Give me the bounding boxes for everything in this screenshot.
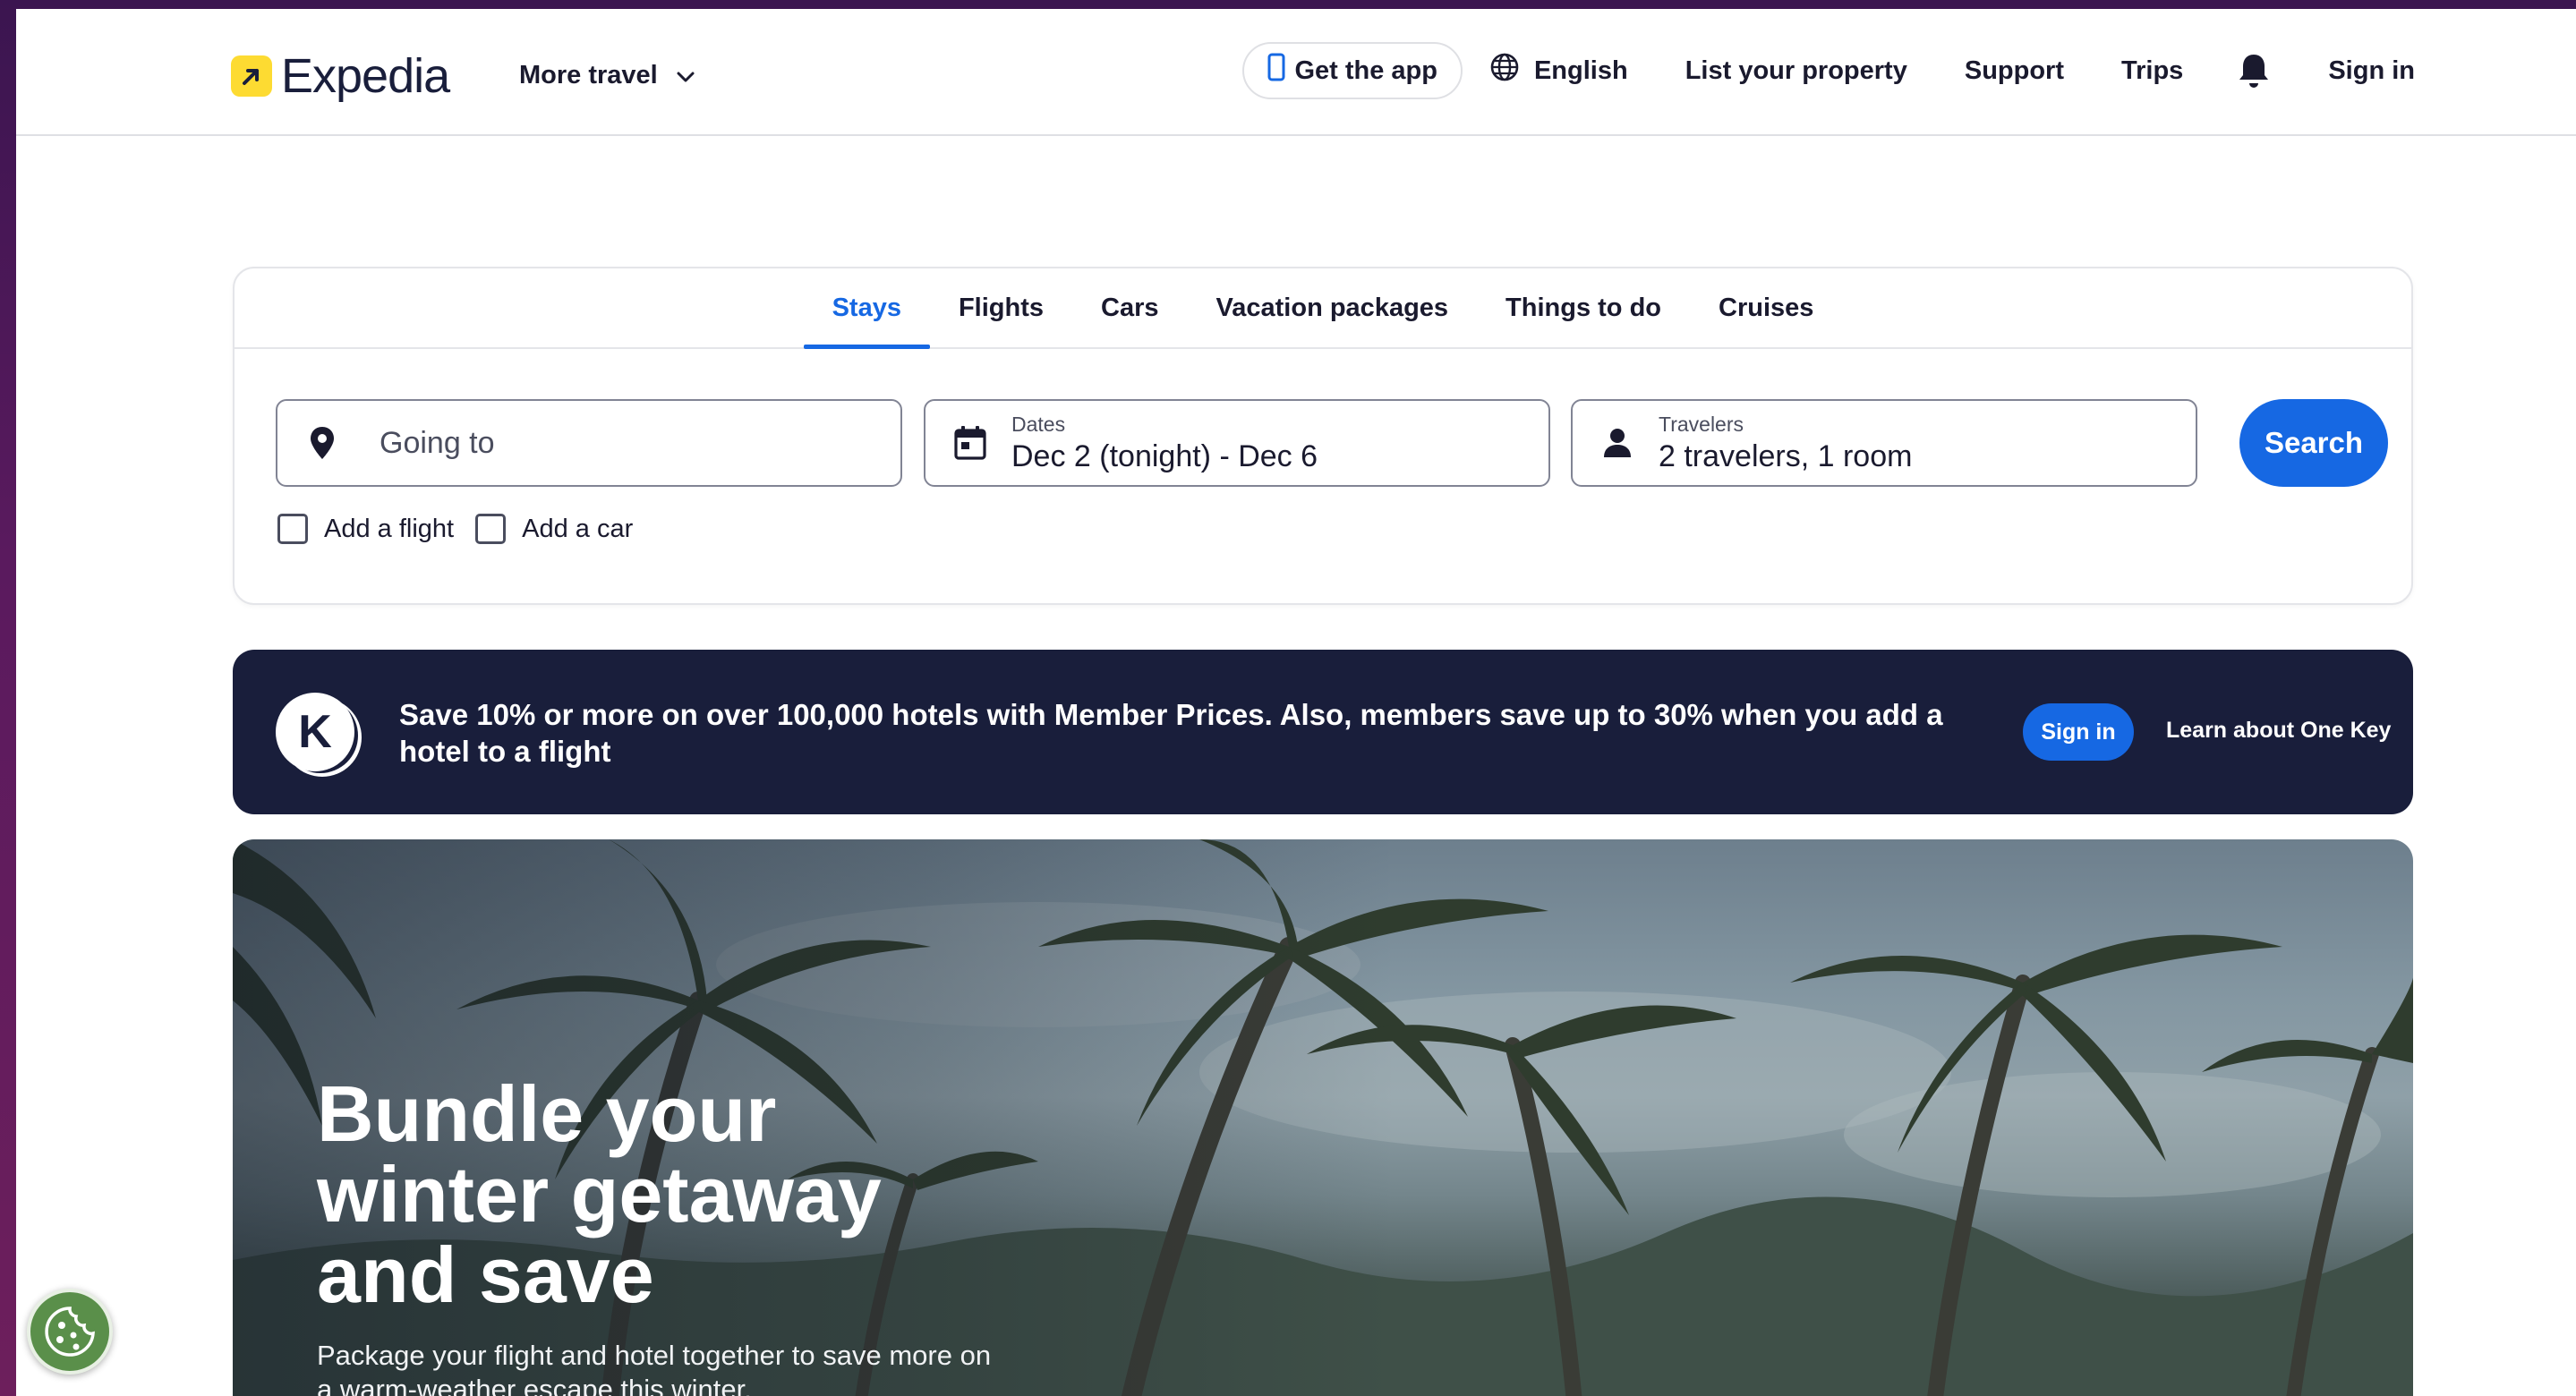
- search-card: Stays Flights Cars Vacation packages Thi…: [233, 267, 2413, 605]
- tab-cars[interactable]: Cars: [1072, 268, 1188, 347]
- tab-things-to-do[interactable]: Things to do: [1477, 268, 1690, 347]
- checkbox-box[interactable]: [277, 514, 308, 544]
- chevron-down-icon: [676, 61, 695, 90]
- travelers-content: Travelers 2 travelers, 1 room: [1659, 411, 1912, 475]
- travelers-label: Travelers: [1659, 413, 1744, 436]
- dates-value: Dec 2 (tonight) - Dec 6: [1011, 439, 1318, 473]
- tab-flights[interactable]: Flights: [930, 268, 1072, 347]
- banner-message: Save 10% or more on over 100,000 hotels …: [399, 698, 1943, 768]
- calendar-icon: [951, 425, 990, 461]
- support-link[interactable]: Support: [1965, 56, 2064, 86]
- destination-placeholder: Going to: [380, 425, 495, 460]
- person-icon: [1598, 427, 1637, 459]
- language-selector[interactable]: English: [1489, 52, 1628, 89]
- list-your-property-link[interactable]: List your property: [1685, 56, 1907, 86]
- expedia-logo-icon: [231, 55, 272, 97]
- one-key-letter: K: [298, 706, 332, 758]
- destination-field[interactable]: Going to: [276, 399, 902, 487]
- more-travel-label: More travel: [519, 61, 658, 89]
- travelers-value: 2 travelers, 1 room: [1659, 439, 1913, 473]
- tab-vacation-packages[interactable]: Vacation packages: [1188, 268, 1478, 347]
- brand-name: Expedia: [281, 49, 450, 103]
- dates-content: Dates Dec 2 (tonight) - Dec 6: [1011, 411, 1318, 475]
- checkbox-box[interactable]: [475, 514, 507, 544]
- page-frame: Expedia More travel Get the app English …: [16, 9, 2576, 1396]
- hero-promo[interactable]: Bundle your winter getaway and save Pack…: [233, 839, 2413, 1396]
- tab-cruises[interactable]: Cruises: [1690, 268, 1842, 347]
- travelers-field[interactable]: Travelers 2 travelers, 1 room: [1571, 399, 2197, 487]
- sign-in-link[interactable]: Sign in: [2328, 56, 2415, 86]
- dates-label: Dates: [1011, 413, 1066, 436]
- location-pin-icon: [303, 425, 342, 461]
- add-car-checkbox[interactable]: Add a car: [475, 514, 633, 544]
- add-ons: Add a flight Add a car: [277, 514, 633, 544]
- search-button[interactable]: Search: [2239, 399, 2388, 487]
- add-car-label: Add a car: [522, 514, 634, 543]
- one-key-banner: K Save 10% or more on over 100,000 hotel…: [233, 650, 2413, 814]
- search-tabs: Stays Flights Cars Vacation packages Thi…: [235, 268, 2411, 349]
- cookie-icon[interactable]: [27, 1289, 113, 1375]
- dates-field[interactable]: Dates Dec 2 (tonight) - Dec 6: [924, 399, 1550, 487]
- expedia-logo[interactable]: Expedia: [231, 48, 450, 104]
- language-label: English: [1533, 55, 1628, 85]
- get-the-app-label: Get the app: [1294, 55, 1437, 85]
- tab-stays[interactable]: Stays: [803, 268, 931, 349]
- get-the-app-button[interactable]: Get the app: [1242, 42, 1463, 99]
- trips-link[interactable]: Trips: [2121, 56, 2183, 86]
- top-navigation: Expedia More travel Get the app English …: [16, 9, 2576, 136]
- globe-icon: [1489, 52, 1520, 89]
- one-key-icon: K: [276, 693, 354, 771]
- hero-title: Bundle your winter getaway and save: [317, 1069, 882, 1319]
- learn-about-one-key-link[interactable]: Learn about One Key: [2166, 718, 2391, 744]
- phone-icon: [1267, 53, 1285, 89]
- banner-sign-in-button[interactable]: Sign in: [2023, 703, 2134, 761]
- hero-subtitle: Package your flight and hotel together t…: [317, 1340, 992, 1396]
- header-nav: Get the app English List your property S…: [1242, 41, 2415, 100]
- add-flight-checkbox[interactable]: Add a flight: [277, 514, 454, 544]
- more-travel-menu[interactable]: More travel: [519, 61, 695, 90]
- bell-icon[interactable]: [2237, 52, 2271, 89]
- add-flight-label: Add a flight: [324, 514, 455, 543]
